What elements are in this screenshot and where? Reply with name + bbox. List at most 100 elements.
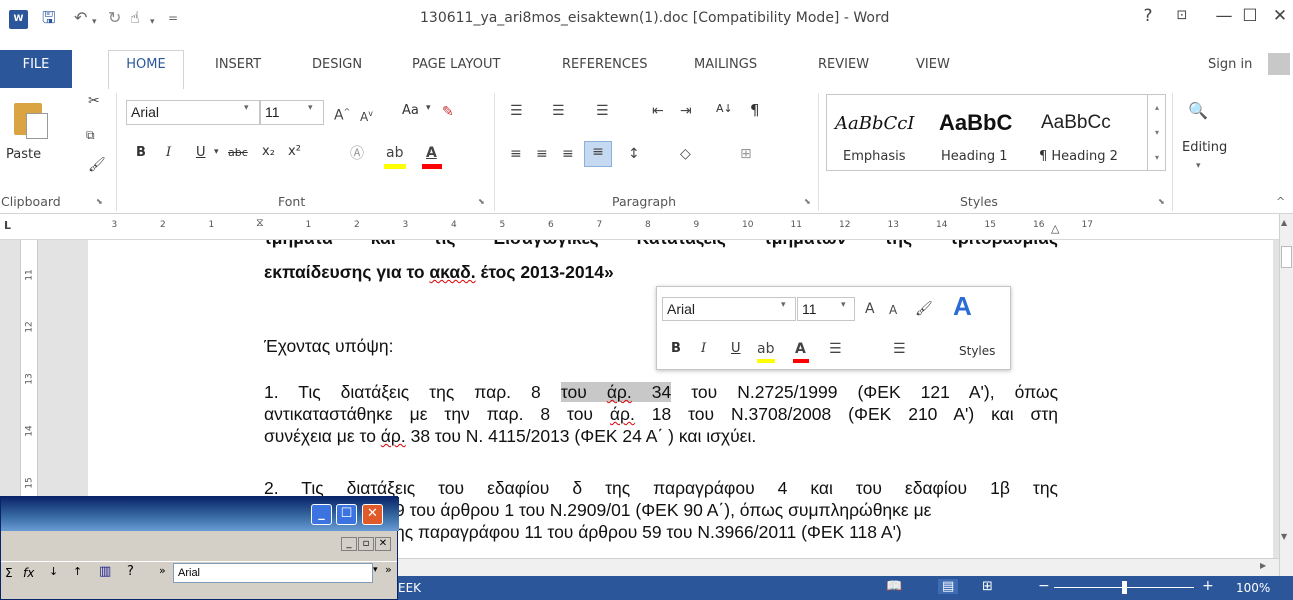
- clipboard-launcher-icon[interactable]: ⬊: [96, 197, 103, 206]
- tab-selector[interactable]: L: [4, 219, 18, 233]
- mini-font-combo[interactable]: Arial: [662, 297, 796, 321]
- chart-icon[interactable]: ▥: [99, 564, 111, 579]
- xp-doc-minimize[interactable]: _: [341, 537, 357, 551]
- zoom-slider-thumb[interactable]: [1122, 581, 1127, 594]
- close-button[interactable]: ✕: [1268, 6, 1292, 26]
- save-icon[interactable]: 🖫: [42, 8, 56, 28]
- grow-font-icon[interactable]: A^: [334, 102, 350, 126]
- borders-icon[interactable]: ⊞: [740, 144, 752, 164]
- undo-dropdown-icon[interactable]: ▾: [92, 12, 97, 32]
- tab-design[interactable]: DESIGN: [312, 57, 362, 72]
- copy-icon[interactable]: ⧉: [86, 125, 95, 145]
- style-heading2-preview[interactable]: AaBbCc: [1041, 112, 1111, 134]
- collapse-ribbon-icon[interactable]: ^: [1276, 195, 1285, 208]
- styles-icon[interactable]: A: [953, 291, 972, 322]
- decrease-indent-icon[interactable]: ⇤: [652, 101, 664, 121]
- language-indicator[interactable]: EEK: [398, 581, 421, 595]
- sign-in-link[interactable]: Sign in: [1208, 57, 1252, 72]
- cut-icon[interactable]: ✂: [88, 91, 100, 111]
- grow-font-icon[interactable]: A: [865, 299, 875, 319]
- overlapping-window[interactable]: _ ☐ ✕ _ ▫ ✕ Σ fx ↓ ↑ ▥ ? » Arial ▾ »: [0, 496, 399, 600]
- align-center-icon[interactable]: ≡: [536, 144, 548, 164]
- print-layout-icon[interactable]: ▤: [938, 579, 959, 594]
- sort-asc-icon[interactable]: ↓: [49, 565, 58, 578]
- web-layout-icon[interactable]: ⊞: [982, 579, 993, 594]
- paragraph-launcher-icon[interactable]: ⬊: [804, 197, 811, 206]
- numbering-icon[interactable]: ☰: [552, 101, 565, 121]
- subscript-button[interactable]: x₂: [262, 144, 275, 159]
- style-emphasis-name[interactable]: Emphasis: [843, 149, 906, 164]
- align-right-icon[interactable]: ≡: [562, 144, 574, 164]
- tab-references[interactable]: REFERENCES: [562, 57, 647, 72]
- touch-mode-icon[interactable]: ☝: [130, 8, 140, 28]
- styles-scroll[interactable]: ▴ ▾ ▾: [1147, 95, 1166, 170]
- multilevel-list-icon[interactable]: ☰: [596, 101, 609, 121]
- minimize-button[interactable]: —: [1212, 6, 1236, 26]
- tab-review[interactable]: REVIEW: [818, 57, 869, 72]
- font-color-icon[interactable]: A: [426, 143, 437, 163]
- align-left-icon[interactable]: ≡: [510, 144, 522, 164]
- numbering-icon[interactable]: ☰: [893, 339, 906, 359]
- font-name-combo[interactable]: Arial: [126, 100, 260, 125]
- tab-home[interactable]: HOME: [108, 50, 184, 90]
- scroll-down-icon[interactable]: ▼: [1281, 532, 1287, 541]
- tab-insert[interactable]: INSERT: [215, 57, 261, 72]
- chevron-down-icon[interactable]: ▾: [244, 103, 249, 113]
- toolbar-options-icon[interactable]: »: [385, 563, 392, 576]
- line-spacing-icon[interactable]: ↕: [628, 144, 640, 164]
- maximize-button[interactable]: ☐: [1238, 6, 1262, 26]
- redo-icon[interactable]: ↻: [108, 8, 121, 28]
- ribbon-display-icon[interactable]: ⊡: [1170, 8, 1194, 23]
- chevron-down-icon[interactable]: ▾: [1196, 161, 1201, 171]
- sum-icon[interactable]: Σ: [5, 566, 13, 580]
- ruler-scale[interactable]: 3 2 1 1 2 3 4 5 6 7 8 9 10 11 12 13 14 15 16 17: [92, 217, 1270, 234]
- style-heading1-preview[interactable]: AaBbC: [939, 110, 1012, 136]
- paste-icon[interactable]: [14, 97, 54, 139]
- vertical-scrollbar[interactable]: ▲ ▼: [1279, 214, 1293, 576]
- superscript-button[interactable]: x²: [288, 144, 301, 159]
- xp-maximize-button[interactable]: ☐: [336, 504, 357, 525]
- customize-qat-icon[interactable]: =: [168, 8, 178, 28]
- right-indent-marker-icon[interactable]: △: [1051, 222, 1059, 235]
- word-app-icon[interactable]: W: [9, 10, 28, 29]
- style-emphasis-preview[interactable]: AaBbCcI: [835, 113, 914, 134]
- horizontal-scrollbar[interactable]: ▶: [398, 558, 1279, 576]
- chevron-down-icon[interactable]: ▾: [781, 300, 786, 310]
- highlight-icon[interactable]: ab: [386, 143, 403, 163]
- justify-icon[interactable]: ≡: [584, 141, 612, 167]
- avatar[interactable]: [1268, 53, 1290, 75]
- bold-button[interactable]: B: [136, 145, 146, 160]
- tab-view[interactable]: VIEW: [916, 57, 950, 72]
- font-color-icon[interactable]: A: [795, 339, 806, 359]
- chevron-down-icon[interactable]: ▾: [214, 147, 219, 157]
- scroll-up-icon[interactable]: ▲: [1281, 218, 1287, 227]
- touch-dropdown-icon[interactable]: ▾: [150, 12, 155, 32]
- tab-file[interactable]: FILE: [0, 50, 72, 88]
- scroll-thumb[interactable]: [1281, 246, 1292, 268]
- mini-size-combo[interactable]: 11: [797, 297, 855, 321]
- find-icon[interactable]: 🔍: [1188, 101, 1208, 121]
- shading-icon[interactable]: ◇: [680, 144, 691, 164]
- format-painter-icon[interactable]: 🖌: [915, 299, 933, 319]
- xp-font-combo[interactable]: Arial: [173, 563, 373, 583]
- mini-bold-button[interactable]: B: [671, 341, 681, 356]
- chevron-down-icon[interactable]: ▾: [308, 103, 313, 113]
- sort-button[interactable]: A↓: [716, 102, 733, 115]
- chevron-down-icon[interactable]: ▾: [841, 300, 846, 310]
- text-effects-icon[interactable]: Ⓐ: [350, 144, 364, 164]
- paste-button[interactable]: Paste: [6, 147, 41, 162]
- undo-icon[interactable]: ↶: [74, 8, 87, 28]
- bullets-icon[interactable]: ☰: [510, 101, 523, 121]
- xp-title-bar[interactable]: _ ☐ ✕: [1, 497, 399, 531]
- zoom-level[interactable]: 100%: [1236, 581, 1270, 595]
- format-painter-icon[interactable]: 🖌: [88, 155, 106, 175]
- xp-minimize-button[interactable]: _: [311, 504, 332, 525]
- show-marks-button[interactable]: ¶: [750, 101, 760, 119]
- read-mode-icon[interactable]: 📖: [886, 579, 902, 594]
- styles-launcher-icon[interactable]: ⬊: [1158, 197, 1165, 206]
- zoom-out-button[interactable]: −: [1038, 578, 1050, 594]
- increase-indent-icon[interactable]: ⇥: [680, 101, 692, 121]
- mini-styles-label[interactable]: Styles: [959, 344, 995, 358]
- style-heading2-name[interactable]: ¶ Heading 2: [1039, 149, 1118, 164]
- mini-underline-button[interactable]: U: [731, 341, 741, 356]
